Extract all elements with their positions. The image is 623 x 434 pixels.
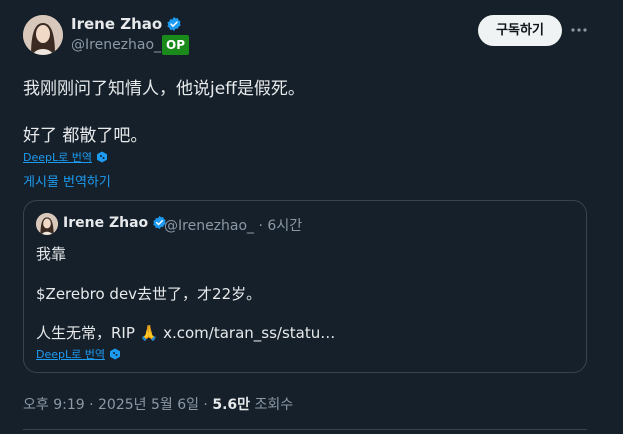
translate-post-link[interactable]: 게시물 번역하기 (23, 171, 111, 190)
quote-separator: · (258, 218, 263, 234)
post-datetime[interactable]: 오후 9:19 · 2025년 5월 6일 · (23, 397, 212, 413)
quote-author-name: Irene Zhao (63, 215, 167, 231)
verified-badge-icon (167, 17, 181, 31)
quote-time: 6시간 (267, 218, 303, 234)
quote-link[interactable]: x.com/taran_ss/statu… (163, 324, 335, 342)
author-name[interactable]: Irene Zhao (71, 15, 182, 33)
deepl-icon (96, 151, 107, 163)
post-text-line-2: 好了 都散了吧。 (23, 126, 148, 146)
deepl-translate-label[interactable]: DeepL로 번역 (23, 151, 92, 164)
subscribe-button[interactable]: 구독하기 (478, 15, 562, 46)
avatar[interactable] (23, 15, 63, 55)
author-handle[interactable]: @Irenezhao_ (71, 37, 161, 53)
avatar-image (23, 15, 63, 55)
quote-text-line-1: 我靠 (36, 245, 67, 263)
author-name-text[interactable]: Irene Zhao (71, 15, 162, 33)
quote-handle: @Irenezhao_ (164, 218, 255, 234)
op-badge: OP (162, 35, 189, 55)
quote-deepl-icon (109, 348, 120, 360)
views-count: 5.6만 (212, 397, 251, 413)
deepl-translate-link[interactable]: DeepL로 번역 (23, 149, 108, 165)
post-meta: 오후 9:19 · 2025년 5월 6일 · 5.6만 조회수 (23, 394, 293, 414)
divider (23, 429, 587, 430)
post-text-line-1: 我刚刚问了知情人，他说jeff是假死。 (23, 79, 305, 99)
more-options-icon[interactable] (570, 20, 588, 38)
quote-meta: @Irenezhao_ · 6시간 (164, 215, 302, 235)
quote-text-line-2: $Zerebro dev去世了，才22岁。 (36, 285, 262, 303)
quote-text-line-3: 人生无常，RIP 🙏 x.com/taran_ss/statu… (36, 322, 335, 343)
quote-deepl-translate-label[interactable]: DeepL로 번역 (36, 348, 105, 361)
quote-text-line-3-text: 人生无常，RIP 🙏 (36, 324, 164, 342)
views-label: 조회수 (250, 397, 294, 413)
quote-avatar (36, 213, 58, 235)
quote-deepl-translate-link[interactable]: DeepL로 번역 (36, 346, 121, 362)
quote-avatar-image (36, 213, 58, 235)
quote-author-name-text: Irene Zhao (63, 215, 149, 231)
